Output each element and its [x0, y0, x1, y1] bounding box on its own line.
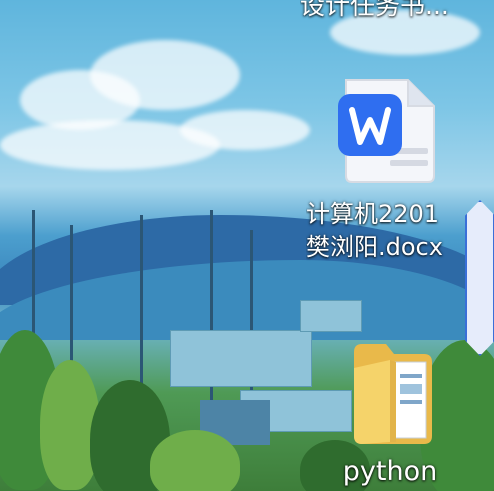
- document-label: 计算机2201 樊浏阳.docx: [306, 198, 466, 264]
- folder-icon: [354, 344, 432, 444]
- top-item-label: 设计任务书...: [300, 0, 449, 20]
- scroll-handle[interactable]: [465, 200, 494, 356]
- folder-label: python: [342, 456, 438, 487]
- document-label-line1: 计算机2201: [306, 200, 440, 228]
- document-label-line2: 樊浏阳.docx: [306, 233, 443, 261]
- wps-document-icon: [338, 79, 435, 183]
